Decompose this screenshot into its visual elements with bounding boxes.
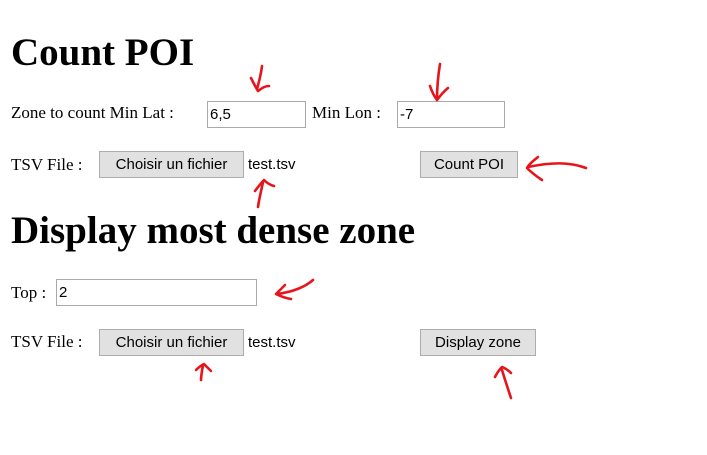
display-tsv-file-label: TSV File : bbox=[11, 332, 83, 351]
count-choose-file-button[interactable]: Choisir un fichier bbox=[99, 151, 244, 178]
arrow-display-file-icon bbox=[194, 362, 213, 382]
count-poi-heading: Count POI bbox=[11, 31, 195, 74]
top-label: Top : bbox=[11, 283, 47, 302]
arrow-min-lat-icon bbox=[249, 64, 271, 93]
display-zone-button[interactable]: Display zone bbox=[420, 329, 536, 356]
count-poi-button[interactable]: Count POI bbox=[420, 151, 518, 178]
display-choose-file-button[interactable]: Choisir un fichier bbox=[99, 329, 244, 356]
arrow-min-lon-icon bbox=[428, 62, 450, 102]
arrow-count-poi-icon bbox=[525, 155, 588, 182]
arrow-top-input-icon bbox=[274, 278, 315, 301]
count-file-name: test.tsv bbox=[248, 156, 296, 173]
min-lon-input[interactable] bbox=[397, 101, 505, 128]
display-file-name: test.tsv bbox=[248, 334, 296, 351]
min-lat-input[interactable] bbox=[207, 101, 306, 128]
min-lon-label: Min Lon : bbox=[312, 103, 381, 122]
zone-min-lat-label: Zone to count Min Lat : bbox=[11, 103, 174, 122]
count-tsv-file-label: TSV File : bbox=[11, 155, 83, 174]
top-input[interactable] bbox=[56, 279, 257, 306]
display-zone-heading: Display most dense zone bbox=[11, 209, 416, 252]
arrow-display-zone-icon bbox=[493, 365, 513, 400]
arrow-count-file-icon bbox=[253, 178, 276, 209]
page: Count POI Zone to count Min Lat : Min Lo… bbox=[0, 0, 707, 455]
